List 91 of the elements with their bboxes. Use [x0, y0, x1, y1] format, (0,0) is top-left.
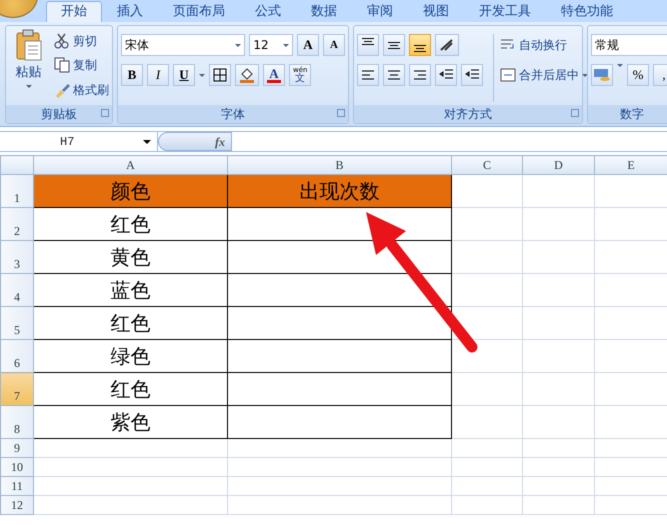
ribbon-tab[interactable]: 插入: [102, 1, 158, 22]
grid-icon: [213, 68, 227, 82]
align-button[interactable]: [383, 64, 405, 86]
align-button[interactable]: [357, 64, 379, 86]
group-title: 数字: [620, 107, 644, 121]
paste-button[interactable]: 粘贴: [9, 29, 48, 102]
align-icon: [361, 68, 375, 82]
caret-icon: [199, 74, 205, 76]
fill-color-button[interactable]: [235, 64, 259, 86]
align-button[interactable]: [409, 34, 431, 56]
column-header[interactable]: E: [594, 156, 667, 174]
caret-icon: [143, 140, 151, 144]
caret-icon: [582, 74, 588, 76]
column-header[interactable]: A: [34, 156, 228, 174]
row-header[interactable]: 4: [0, 274, 34, 306]
group-title: 字体: [221, 107, 245, 121]
align-icon: [414, 45, 426, 52]
function-button[interactable]: fx: [158, 132, 232, 151]
comma-button[interactable]: ,: [653, 64, 667, 86]
borders-button[interactable]: [209, 64, 231, 86]
align-button[interactable]: [357, 34, 379, 56]
group-title: 剪贴板: [41, 107, 77, 121]
font-color-button[interactable]: A: [263, 64, 285, 86]
font-size-field[interactable]: 12: [249, 34, 293, 56]
merge-center-button[interactable]: 合并后居中: [500, 64, 588, 86]
money-icon: [593, 68, 611, 82]
column-header[interactable]: D: [522, 156, 594, 174]
merge-icon: [500, 68, 516, 82]
table-cell: 绿色: [34, 340, 228, 372]
format-button[interactable]: B: [121, 64, 143, 86]
number-format-field[interactable]: 常规: [591, 34, 667, 56]
group-title: 对齐方式: [444, 107, 492, 121]
column-header[interactable]: B: [228, 156, 452, 174]
row-header[interactable]: 3: [0, 240, 34, 274]
caret-icon: [617, 64, 623, 67]
align-icon: [387, 68, 401, 82]
angled-text-icon: [439, 38, 455, 52]
align-icon: [413, 68, 427, 82]
ribbon-button[interactable]: 格式刷: [54, 80, 109, 99]
ribbon-button[interactable]: 剪切: [54, 32, 109, 50]
align-button[interactable]: [409, 64, 431, 86]
indent-button[interactable]: [435, 64, 457, 86]
column-header[interactable]: C: [452, 156, 522, 174]
row-header[interactable]: 12: [0, 496, 34, 514]
format-button[interactable]: I: [147, 64, 169, 86]
brush-icon: [54, 82, 70, 98]
ribbon-tab[interactable]: 特色功能: [546, 1, 628, 22]
row-header[interactable]: 5: [0, 306, 34, 340]
align-icon: [362, 38, 374, 45]
table-cell: 红色: [34, 208, 228, 240]
copy-icon: [54, 57, 70, 74]
orientation-button[interactable]: [435, 34, 459, 56]
row-header[interactable]: 8: [0, 406, 34, 438]
ribbon-tab[interactable]: 开始: [46, 1, 102, 22]
table-cell: 蓝色: [34, 274, 228, 306]
row-header[interactable]: 7: [0, 372, 34, 406]
table-cell: 红色: [34, 306, 228, 340]
ribbon-tab[interactable]: 页面布局: [158, 1, 240, 22]
wrap-text-button[interactable]: 自动换行: [500, 34, 588, 56]
caret-icon: [283, 44, 289, 46]
table-cell: 出现次数: [228, 174, 452, 208]
format-button[interactable]: U: [173, 64, 195, 86]
row-header[interactable]: 9: [0, 438, 34, 458]
row-header[interactable]: 2: [0, 208, 34, 240]
ribbon-tab[interactable]: 公式: [240, 1, 296, 22]
indent-button[interactable]: [461, 64, 483, 86]
currency-button[interactable]: [591, 64, 613, 86]
ribbon-tab[interactable]: 数据: [296, 1, 352, 22]
row-header[interactable]: 6: [0, 340, 34, 372]
table-cell: 黄色: [34, 240, 228, 274]
row-header[interactable]: 11: [0, 476, 34, 496]
percent-button[interactable]: %: [627, 64, 649, 86]
clipboard-icon: [14, 29, 42, 61]
font-name-field[interactable]: 宋体: [121, 34, 246, 56]
shrink-font-button[interactable]: A: [323, 34, 345, 56]
ribbon-tab[interactable]: 开发工具: [464, 1, 546, 22]
name-box-field[interactable]: H7: [0, 132, 158, 151]
ribbon-tab[interactable]: 视图: [408, 1, 464, 22]
caret-icon: [235, 44, 242, 46]
table-cell: 红色: [34, 372, 228, 406]
align-button[interactable]: [383, 34, 405, 56]
caret-icon: [26, 84, 32, 88]
grow-font-button[interactable]: A: [297, 34, 319, 56]
scissors-icon: [54, 33, 70, 50]
align-icon: [388, 42, 400, 48]
row-header[interactable]: 10: [0, 458, 34, 476]
row-header[interactable]: 1: [0, 174, 34, 208]
ribbon-tab[interactable]: 审阅: [352, 1, 408, 22]
table-cell: 颜色: [34, 174, 228, 208]
ribbon-button[interactable]: 复制: [54, 56, 109, 74]
table-cell: 紫色: [34, 406, 228, 438]
